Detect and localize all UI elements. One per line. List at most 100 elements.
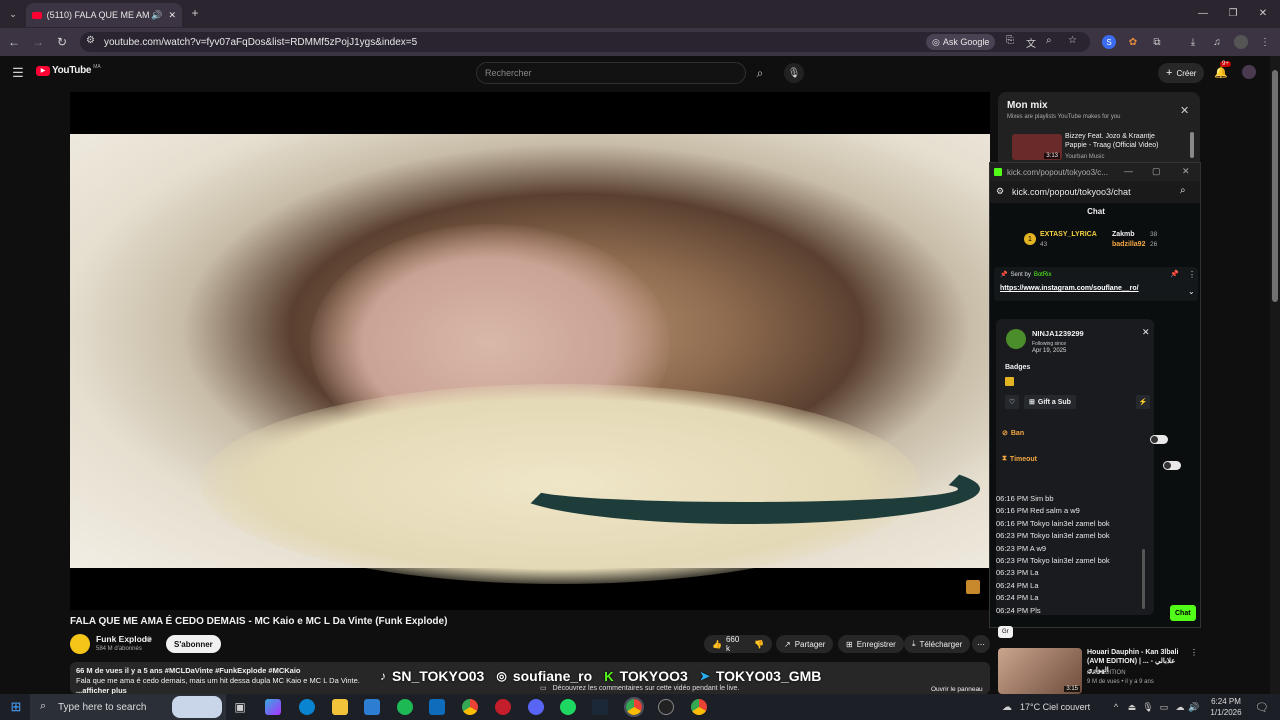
- kick-site-info-icon[interactable]: ⚙: [996, 186, 1004, 197]
- maximize-icon[interactable]: ❐: [1226, 6, 1240, 20]
- search-icon[interactable]: ⌕: [752, 65, 768, 81]
- hamburger-menu-icon[interactable]: ☰: [10, 65, 26, 81]
- new-tab-icon[interactable]: +: [188, 6, 202, 20]
- obs-icon[interactable]: [658, 699, 674, 715]
- app-red-icon[interactable]: [495, 699, 511, 715]
- video-player[interactable]: [70, 92, 990, 610]
- store-icon[interactable]: [364, 699, 380, 715]
- profile-avatar[interactable]: [1234, 35, 1248, 49]
- close-window-icon[interactable]: ✕: [1256, 6, 1270, 20]
- kick-address-bar[interactable]: ⚙ kick.com/popout/tokyoo3/chat ⌕: [990, 181, 1200, 203]
- back-icon[interactable]: ←: [6, 34, 22, 50]
- spotify-icon[interactable]: [397, 699, 413, 715]
- kick-zoom-icon[interactable]: ⌕: [1180, 185, 1186, 196]
- zoom-icon[interactable]: ⌕: [1046, 35, 1052, 46]
- extension-2-icon[interactable]: ✿: [1126, 35, 1140, 49]
- like-count[interactable]: 660 k: [726, 635, 744, 653]
- ban-toggle[interactable]: [1150, 434, 1169, 444]
- like-icon[interactable]: 👍: [712, 640, 722, 649]
- mod-tools-icon[interactable]: ⚡: [1136, 395, 1150, 409]
- follow-heart-icon[interactable]: ♡: [1005, 395, 1019, 409]
- weather-icon[interactable]: ☁: [1000, 699, 1014, 715]
- weather-text[interactable]: 17°C Ciel couvert: [1020, 702, 1090, 712]
- microphone-icon[interactable]: 🎙: [784, 63, 804, 83]
- search-input[interactable]: Rechercher: [476, 62, 746, 84]
- tab-list-icon[interactable]: ⌄: [6, 7, 20, 21]
- timeout-toggle[interactable]: [1163, 460, 1182, 470]
- page-scrollbar-thumb[interactable]: [1272, 70, 1278, 302]
- channel-watermark-icon[interactable]: [966, 580, 980, 594]
- windows-start-icon[interactable]: ⊞: [8, 699, 24, 715]
- kick-close-icon[interactable]: ✕: [1182, 166, 1190, 177]
- account-avatar[interactable]: [1242, 65, 1256, 79]
- mail-icon[interactable]: [429, 699, 445, 715]
- site-info-icon[interactable]: ⚙: [86, 35, 95, 46]
- chrome-2-icon[interactable]: [691, 699, 707, 715]
- pinned-link[interactable]: https://www.instagram.com/souflane__ro/: [1000, 285, 1139, 292]
- media-icon[interactable]: ♫: [1210, 35, 1224, 49]
- network-icon[interactable]: ▭: [1158, 700, 1170, 714]
- file-explorer-icon[interactable]: [332, 699, 348, 715]
- recommendation-thumbnail[interactable]: 3:15: [998, 648, 1082, 694]
- browser-menu-icon[interactable]: ⋮: [1258, 35, 1272, 49]
- filter-chip[interactable]: Gr: [998, 626, 1013, 638]
- card-username[interactable]: NINJA1239299: [1032, 329, 1084, 338]
- subscribe-button[interactable]: S'abonner: [166, 635, 221, 653]
- utorrent-icon[interactable]: [560, 699, 576, 715]
- chrome-icon[interactable]: [462, 699, 478, 715]
- steam-icon[interactable]: [592, 699, 608, 715]
- chrome-active-icon[interactable]: [624, 697, 644, 717]
- tray-chevron-icon[interactable]: ^: [1110, 700, 1122, 714]
- download-icon[interactable]: ⤓: [1186, 35, 1200, 49]
- chat-send-button[interactable]: Chat: [1170, 605, 1196, 621]
- leader-1-name[interactable]: EXTASY_LYRICA: [1040, 231, 1097, 238]
- pinned-more-icon[interactable]: ⋮: [1188, 270, 1196, 279]
- mix-scrollbar[interactable]: [1190, 132, 1194, 158]
- address-bar[interactable]: ⚙ youtube.com/watch?v=fyv07aFqDos&list=R…: [80, 32, 1090, 52]
- channel-name[interactable]: Funk Explode: [96, 634, 152, 644]
- more-actions-button[interactable]: ⋯: [972, 635, 990, 653]
- translate-icon[interactable]: 文: [1026, 35, 1036, 50]
- page-scrollbar[interactable]: [1270, 56, 1280, 694]
- forward-icon[interactable]: →: [30, 34, 46, 50]
- unpin-icon[interactable]: 📌: [1170, 270, 1179, 278]
- close-card-icon[interactable]: ✕: [1142, 327, 1150, 338]
- channel-avatar[interactable]: [70, 634, 90, 654]
- taskbar-search-box[interactable]: ⌕ Type here to search: [30, 694, 226, 720]
- speaker-icon[interactable]: 🔊: [151, 10, 162, 21]
- edge-icon[interactable]: [299, 699, 315, 715]
- pinned-expand-icon[interactable]: ⌄: [1188, 287, 1195, 296]
- extensions-puzzle-icon[interactable]: ⧉: [1150, 35, 1164, 49]
- youtube-logo[interactable]: ▶ YouTube MA: [36, 64, 101, 76]
- kick-minimize-icon[interactable]: —: [1124, 166, 1133, 176]
- discord-icon[interactable]: [528, 699, 544, 715]
- save-button[interactable]: ⊞ Enregistrer: [838, 635, 904, 653]
- volume-icon[interactable]: 🔊: [1188, 700, 1200, 714]
- mix-item-thumbnail[interactable]: 3:13: [1012, 134, 1062, 160]
- share-button[interactable]: ↗ Partager: [776, 635, 834, 653]
- usb-icon[interactable]: ⏏: [1126, 700, 1138, 714]
- notifications-bell-icon[interactable]: 🔔: [1214, 65, 1228, 79]
- dislike-icon[interactable]: 👎: [754, 640, 764, 649]
- reload-icon[interactable]: ↻: [54, 34, 70, 50]
- recommendation-more-icon[interactable]: ⋮: [1190, 648, 1198, 657]
- gift-sub-button[interactable]: ⊞ Gift a Sub: [1024, 395, 1076, 409]
- microphone-tray-icon[interactable]: 🎙: [1142, 700, 1154, 714]
- recommendation-item[interactable]: 3:15 Houari Dauphin - Kan 3lbali (AVM ED…: [998, 648, 1200, 694]
- leader-3-name[interactable]: badzilla92: [1112, 241, 1145, 248]
- clock[interactable]: 6:24 PM 1/1/2026: [1206, 696, 1246, 718]
- browser-tab[interactable]: (5110) FALA QUE ME AMA É 🔊 ✕: [26, 3, 182, 27]
- bookmark-star-icon[interactable]: ☆: [1068, 35, 1077, 46]
- kick-maximize-icon[interactable]: ▢: [1152, 166, 1161, 177]
- notification-center-icon[interactable]: 🗨: [1254, 699, 1270, 715]
- copilot-icon[interactable]: [265, 699, 281, 715]
- mix-item-title[interactable]: Bizzey Feat. Jozo & Kraantje Pappie - Tr…: [1065, 132, 1175, 150]
- extension-icon[interactable]: S: [1102, 35, 1116, 49]
- tab-close-icon[interactable]: ✕: [168, 10, 176, 21]
- task-view-icon[interactable]: ▣: [232, 699, 248, 715]
- ask-google-button[interactable]: ◎ Ask Google: [926, 34, 996, 50]
- onedrive-icon[interactable]: ☁: [1174, 700, 1186, 714]
- leader-2-name[interactable]: Zakmb: [1112, 231, 1135, 238]
- download-button[interactable]: ⤓ Télécharger: [904, 635, 971, 653]
- install-icon[interactable]: ⎘: [1006, 35, 1014, 46]
